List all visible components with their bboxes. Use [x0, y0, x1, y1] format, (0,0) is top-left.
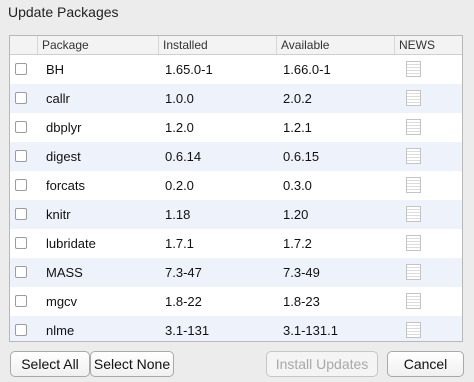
available-version: 1.8-23	[283, 294, 320, 309]
package-name: lubridate	[46, 236, 96, 251]
table-row[interactable]: mgcv 1.8-22 1.8-23	[10, 287, 462, 316]
package-name: digest	[46, 149, 81, 164]
news-document-icon[interactable]	[406, 177, 421, 193]
row-checkbox[interactable]	[15, 150, 27, 162]
header-select[interactable]	[10, 36, 37, 54]
available-version: 0.3.0	[283, 178, 312, 193]
available-version: 1.7.2	[283, 236, 312, 251]
header-installed[interactable]: Installed	[158, 36, 276, 54]
available-version: 1.66.0-1	[283, 62, 331, 77]
packages-table: Package Installed Available NEWS BH 1.65.…	[9, 35, 463, 342]
table-row[interactable]: callr 1.0.0 2.0.2	[10, 84, 462, 113]
available-version: 7.3-49	[283, 265, 320, 280]
installed-version: 7.3-47	[165, 265, 202, 280]
available-version: 3.1-131.1	[283, 323, 338, 338]
package-name: callr	[46, 91, 70, 106]
table-row[interactable]: digest 0.6.14 0.6.15	[10, 142, 462, 171]
available-version: 0.6.15	[283, 149, 320, 164]
news-document-icon[interactable]	[406, 322, 421, 338]
header-news[interactable]: NEWS	[394, 36, 462, 54]
package-name: MASS	[46, 265, 83, 280]
installed-version: 1.7.1	[165, 236, 194, 251]
package-name: dbplyr	[46, 120, 82, 135]
news-document-icon[interactable]	[406, 61, 421, 77]
row-checkbox[interactable]	[15, 295, 27, 307]
news-document-icon[interactable]	[406, 119, 421, 135]
table-header: Package Installed Available NEWS	[10, 36, 462, 55]
table-row[interactable]: BH 1.65.0-1 1.66.0-1	[10, 55, 462, 84]
installed-version: 1.0.0	[165, 91, 194, 106]
row-checkbox[interactable]	[15, 92, 27, 104]
table-row[interactable]: forcats 0.2.0 0.3.0	[10, 171, 462, 200]
select-none-button[interactable]: Select None	[90, 351, 174, 377]
table-row[interactable]: MASS 7.3-47 7.3-49	[10, 258, 462, 287]
available-version: 2.0.2	[283, 91, 312, 106]
news-document-icon[interactable]	[406, 90, 421, 106]
select-all-button[interactable]: Select All	[10, 351, 90, 377]
package-name: forcats	[46, 178, 86, 193]
table-row[interactable]: dbplyr 1.2.0 1.2.1	[10, 113, 462, 142]
package-name: BH	[46, 62, 65, 77]
install-updates-button[interactable]: Install Updates	[266, 351, 378, 377]
row-checkbox[interactable]	[15, 121, 27, 133]
news-document-icon[interactable]	[406, 148, 421, 164]
installed-version: 0.2.0	[165, 178, 194, 193]
installed-version: 1.65.0-1	[165, 62, 213, 77]
news-document-icon[interactable]	[406, 293, 421, 309]
installed-version: 3.1-131	[165, 323, 210, 338]
available-version: 1.2.1	[283, 120, 312, 135]
table-row[interactable]: lubridate 1.7.1 1.7.2	[10, 229, 462, 258]
table-row[interactable]: knitr 1.18 1.20	[10, 200, 462, 229]
row-checkbox[interactable]	[15, 324, 27, 336]
cancel-button[interactable]: Cancel	[387, 351, 464, 377]
installed-version: 1.18	[165, 207, 191, 222]
row-checkbox[interactable]	[15, 266, 27, 278]
row-checkbox[interactable]	[15, 63, 27, 75]
news-document-icon[interactable]	[406, 206, 421, 222]
row-checkbox[interactable]	[15, 179, 27, 191]
package-name: knitr	[46, 207, 71, 222]
installed-version: 1.2.0	[165, 120, 194, 135]
header-available[interactable]: Available	[276, 36, 394, 54]
dialog-title: Update Packages	[8, 4, 119, 20]
header-package[interactable]: Package	[37, 36, 158, 54]
installed-version: 0.6.14	[165, 149, 202, 164]
row-checkbox[interactable]	[15, 208, 27, 220]
row-checkbox[interactable]	[15, 237, 27, 249]
package-name: nlme	[46, 323, 75, 338]
table-row[interactable]: nlme 3.1-131 3.1-131.1	[10, 316, 462, 341]
news-document-icon[interactable]	[406, 264, 421, 280]
available-version: 1.20	[283, 207, 309, 222]
installed-version: 1.8-22	[165, 294, 202, 309]
news-document-icon[interactable]	[406, 235, 421, 251]
package-name: mgcv	[46, 294, 78, 309]
